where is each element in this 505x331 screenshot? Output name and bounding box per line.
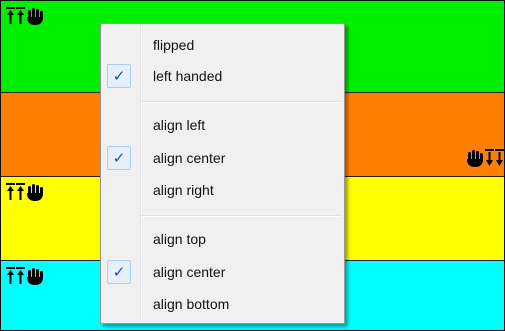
menu-item-align-right[interactable]: align right (103, 175, 342, 205)
up-arrow-icon (16, 183, 25, 201)
glyph-group (6, 183, 44, 201)
menu-item-label: align left (153, 117, 206, 133)
context-menu: flipped ✓ left handed align left ✓ align… (100, 23, 345, 324)
up-arrow-icon (6, 267, 15, 285)
menu-item-align-bottom[interactable]: align bottom (103, 289, 342, 319)
glyph-group (6, 7, 44, 25)
menu-item-align-center-vertical[interactable]: ✓ align center (103, 257, 342, 287)
down-arrow-icon (495, 149, 504, 167)
hand-icon (26, 183, 44, 201)
menu-item-label: align center (153, 150, 226, 166)
menu-item-label: flipped (153, 37, 195, 53)
down-arrow-icon (485, 149, 494, 167)
glyph-group (6, 267, 44, 285)
checkmark-icon: ✓ (107, 260, 131, 284)
up-arrow-icon (6, 183, 15, 201)
up-arrow-icon (6, 7, 15, 25)
menu-item-flipped[interactable]: flipped (103, 30, 342, 60)
menu-item-label: align top (153, 231, 206, 247)
menu-separator (141, 215, 342, 217)
menu-item-align-center-horizontal[interactable]: ✓ align center (103, 143, 342, 173)
menu-item-label: align center (153, 264, 226, 280)
up-arrow-icon (16, 267, 25, 285)
menu-item-align-left[interactable]: align left (103, 110, 342, 140)
hand-icon (26, 7, 44, 25)
menu-item-align-top[interactable]: align top (103, 224, 342, 254)
menu-item-left-handed[interactable]: ✓ left handed (103, 61, 342, 91)
menu-item-label: left handed (153, 68, 223, 84)
checkmark-icon: ✓ (107, 146, 131, 170)
menu-item-label: align bottom (153, 296, 230, 312)
menu-separator (141, 101, 342, 103)
hand-icon (466, 149, 484, 167)
canvas: flipped ✓ left handed align left ✓ align… (0, 0, 505, 331)
glyph-group (466, 149, 504, 167)
up-arrow-icon (16, 7, 25, 25)
hand-icon (26, 267, 44, 285)
checkmark-icon: ✓ (107, 64, 131, 88)
menu-item-label: align right (153, 182, 214, 198)
